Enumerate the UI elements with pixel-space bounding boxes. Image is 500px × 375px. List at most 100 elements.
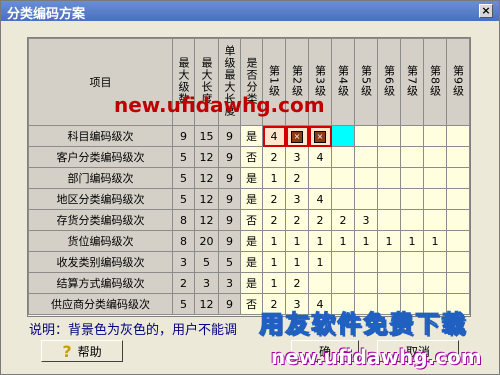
note-text: 说明：背景色为灰色的，用户不能调 — [29, 323, 238, 338]
level-cell[interactable]: 3 — [285, 146, 309, 168]
classify-cell[interactable]: 是 — [240, 272, 263, 294]
max-levels-cell: 3 — [172, 251, 195, 273]
coding-scheme-grid: 项目 最大级数 最大长度 单级最大长度 是否分类 第1级 第2级 第3级 第4级… — [27, 37, 471, 317]
level-cell[interactable]: 2 — [262, 146, 286, 168]
level-cell[interactable] — [377, 209, 401, 231]
level-cell[interactable] — [446, 230, 470, 252]
level-cell[interactable]: 1 — [262, 167, 286, 189]
level-cell[interactable] — [377, 167, 401, 189]
watermark-brand: 用友软件免费下载 — [259, 310, 467, 339]
level-cell[interactable]: 4 — [308, 146, 332, 168]
level-cell[interactable] — [331, 251, 355, 273]
level-cell[interactable]: 2 — [262, 188, 286, 210]
level-cell[interactable]: 3 — [285, 188, 309, 210]
level-cell[interactable]: × — [308, 125, 332, 147]
level-cell[interactable] — [423, 146, 447, 168]
level-cell[interactable] — [423, 125, 447, 147]
row-name: 客户分类编码级次 — [28, 146, 173, 168]
level-cell[interactable] — [331, 188, 355, 210]
level-cell[interactable] — [423, 209, 447, 231]
level-cell[interactable]: 4 — [262, 125, 286, 147]
level-cell[interactable] — [400, 272, 424, 294]
level-cell[interactable] — [354, 125, 378, 147]
level-cell[interactable] — [377, 146, 401, 168]
level-cell[interactable] — [446, 125, 470, 147]
level-cell[interactable]: 1 — [308, 230, 332, 252]
classify-cell[interactable]: 是 — [240, 188, 263, 210]
level-cell[interactable] — [308, 167, 332, 189]
level-cell[interactable] — [354, 146, 378, 168]
level-cell[interactable] — [400, 209, 424, 231]
level-cell[interactable] — [377, 125, 401, 147]
level-cell[interactable]: 3 — [354, 209, 378, 231]
level-cell[interactable]: 1 — [285, 230, 309, 252]
level-cell[interactable] — [423, 251, 447, 273]
level-cell[interactable] — [423, 188, 447, 210]
level-cell[interactable] — [377, 272, 401, 294]
classify-cell[interactable]: 是 — [240, 125, 263, 147]
max-levels-cell: 5 — [172, 188, 195, 210]
level-cell[interactable] — [423, 167, 447, 189]
level-cell[interactable]: 1 — [262, 251, 286, 273]
row-name: 部门编码级次 — [28, 167, 173, 189]
max-length-cell: 3 — [194, 272, 219, 294]
level-cell[interactable]: 1 — [423, 230, 447, 252]
level-cell[interactable]: 1 — [331, 230, 355, 252]
level-cell[interactable]: 2 — [285, 272, 309, 294]
level-cell[interactable] — [331, 167, 355, 189]
level-cell[interactable] — [446, 188, 470, 210]
level-cell[interactable] — [400, 188, 424, 210]
level-cell[interactable]: 1 — [285, 251, 309, 273]
classify-cell[interactable]: 否 — [240, 146, 263, 168]
level-cell[interactable]: 1 — [308, 251, 332, 273]
level-cell[interactable] — [446, 167, 470, 189]
level-cell[interactable]: 1 — [377, 230, 401, 252]
level-cell[interactable] — [331, 272, 355, 294]
level-cell[interactable]: 1 — [262, 272, 286, 294]
level-cell[interactable]: 1 — [354, 230, 378, 252]
level-cell[interactable] — [377, 251, 401, 273]
level-cell[interactable]: 4 — [308, 188, 332, 210]
hatched-cell-icon: × — [314, 131, 326, 143]
level-cell[interactable] — [446, 251, 470, 273]
header-level-4: 第4级 — [331, 38, 355, 126]
row-name: 结算方式编码级次 — [28, 272, 173, 294]
max-length-cell: 5 — [194, 251, 219, 273]
classify-cell[interactable]: 是 — [240, 230, 263, 252]
level-cell[interactable] — [446, 272, 470, 294]
level-cell[interactable] — [400, 125, 424, 147]
level-cell[interactable] — [446, 209, 470, 231]
close-button[interactable]: × — [479, 4, 493, 18]
level-cell[interactable]: 2 — [308, 209, 332, 231]
level-cell[interactable] — [400, 146, 424, 168]
level-cell[interactable]: 1 — [262, 230, 286, 252]
level-cell[interactable] — [354, 272, 378, 294]
level-cell[interactable] — [308, 272, 332, 294]
classify-cell[interactable]: 否 — [240, 209, 263, 231]
level-cell[interactable] — [423, 272, 447, 294]
level-cell[interactable]: 2 — [285, 167, 309, 189]
level-cell[interactable] — [400, 167, 424, 189]
row-name: 收发类别编码级次 — [28, 251, 173, 273]
level-cell[interactable] — [331, 146, 355, 168]
classify-cell[interactable]: 是 — [240, 167, 263, 189]
level-cell[interactable] — [354, 251, 378, 273]
classify-cell[interactable]: 是 — [240, 251, 263, 273]
level-cell[interactable] — [354, 167, 378, 189]
level-cell[interactable] — [446, 146, 470, 168]
grid-body: 科目编码级次 9 15 9 是 4 × × 客户分类编码级次 5 12 9 否 2 3 4 部门编码级次 5 12 9… — [28, 125, 470, 315]
level-cell[interactable] — [354, 188, 378, 210]
level-cell[interactable] — [377, 188, 401, 210]
level-cell[interactable]: × — [285, 125, 309, 147]
level-cell[interactable]: 2 — [262, 209, 286, 231]
level-cell[interactable] — [331, 125, 355, 147]
level-cell[interactable]: 1 — [400, 230, 424, 252]
help-button[interactable]: ? 帮助 — [41, 340, 123, 362]
level-cell[interactable]: 2 — [331, 209, 355, 231]
single-max-cell: 9 — [218, 125, 241, 147]
max-length-cell: 15 — [194, 125, 219, 147]
level-cell[interactable] — [400, 251, 424, 273]
table-row: 客户分类编码级次 5 12 9 否 2 3 4 — [28, 146, 470, 168]
table-row: 地区分类编码级次 5 12 9 是 2 3 4 — [28, 188, 470, 210]
level-cell[interactable]: 2 — [285, 209, 309, 231]
